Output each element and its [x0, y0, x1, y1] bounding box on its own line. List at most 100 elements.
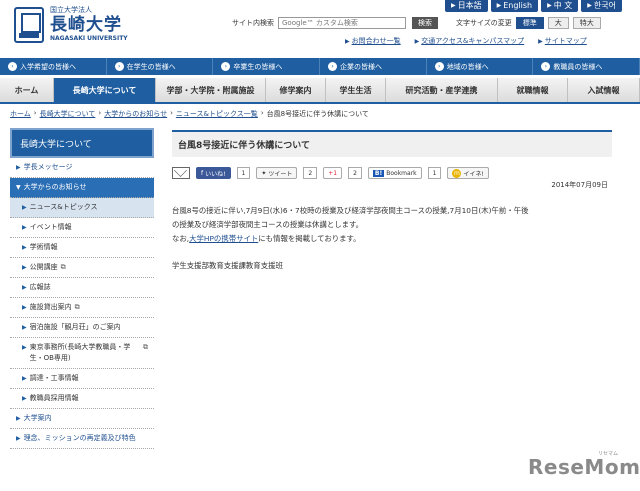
audience-students[interactable]: › 在学生の皆様へ: [107, 58, 214, 75]
sidebar-item-academic-info[interactable]: ▶ 学術情報: [10, 238, 154, 258]
font-size-large-button[interactable]: 大: [547, 17, 569, 29]
tweet-count: 2: [303, 167, 318, 179]
social-share-bar: f いいね! 1 ✦ ツイート 2 +1 2 B! Bookmark 1 m イイネ!: [172, 167, 612, 179]
search-input[interactable]: [278, 17, 406, 29]
audience-staff[interactable]: › 教職員の皆様へ: [533, 58, 640, 75]
sidebar-item-staff-recruitment[interactable]: ▶ 教職員採用情報: [10, 389, 154, 409]
mixi-like-button[interactable]: m イイネ!: [447, 167, 489, 179]
audience-nav: › 入学希望の皆様へ › 在学生の皆様へ › 卒業生の皆様へ › 企業の皆様へ › 地域の…: [0, 58, 640, 75]
sidebar-title[interactable]: 長崎大学について: [10, 128, 154, 158]
lang-chinese[interactable]: ▶ 中 文: [541, 0, 579, 12]
arrow-right-icon: ›: [221, 62, 231, 71]
search-label: サイト内検索: [232, 19, 274, 27]
audience-prospective[interactable]: › 入学希望の皆様へ: [0, 58, 107, 75]
sidebar-item-mission[interactable]: ▶ 理念、ミッションの再定義及び特色: [10, 429, 154, 449]
nav-admissions[interactable]: 入試情報: [568, 78, 640, 102]
sitemap-link[interactable]: ▶ サイトマップ: [538, 36, 587, 46]
sidebar-item-news-topics[interactable]: ▶ ニュース&トピックス: [10, 198, 154, 218]
arrow-right-icon: ▶: [22, 224, 27, 231]
sidebar-item-lodging[interactable]: ▶ 宿泊施設「観月荘」のご案内: [10, 318, 154, 338]
mixi-icon: m: [452, 168, 462, 178]
sidebar-item-procurement[interactable]: ▶ 調達・工事情報: [10, 369, 154, 389]
external-link-icon: ⧉: [60, 263, 66, 271]
facebook-like-button[interactable]: f いいね!: [196, 167, 231, 179]
nav-home[interactable]: ホーム: [0, 78, 54, 102]
arrow-right-icon: ▶: [22, 244, 27, 251]
nav-student-life[interactable]: 学生生活: [326, 78, 386, 102]
google-plus-count: 2: [348, 167, 362, 179]
contact-list-link[interactable]: ▶ お問合わせ一覧: [345, 36, 401, 46]
google-plus-button[interactable]: +1: [323, 167, 343, 179]
logo-emblem-icon: [14, 6, 44, 43]
arrow-down-icon: ▼: [16, 184, 21, 191]
audience-alumni[interactable]: › 卒業生の皆様へ: [213, 58, 321, 75]
font-size-normal-button[interactable]: 標準: [515, 17, 544, 29]
arrow-right-icon: ▶: [22, 264, 27, 271]
nav-about[interactable]: 長崎大学について: [54, 78, 156, 102]
sidebar-item-facility-rental[interactable]: ▶ 施設貸出案内 ⧉: [10, 298, 154, 318]
mail-icon[interactable]: [172, 167, 190, 179]
font-size-label: 文字サイズの変更: [456, 19, 512, 27]
arrow-right-icon: ▶: [22, 375, 27, 382]
arrow-right-icon: ▶: [414, 38, 420, 45]
nav-research[interactable]: 研究活動・産学連携: [386, 78, 498, 102]
sidebar-item-tokyo-office[interactable]: ▶ 東京事務所(長崎大学教職員・学生・OB専用) ⧉: [10, 338, 154, 369]
arrow-right-icon: ▶: [22, 284, 27, 291]
nav-faculties[interactable]: 学部・大学院・附属施設: [156, 78, 266, 102]
arrow-right-icon: ›: [114, 62, 124, 71]
main-nav: ホーム 長崎大学について 学部・大学院・附属施設 修学案内 学生生活 研究活動・…: [0, 78, 640, 104]
sidebar-item-pr-magazine[interactable]: ▶ 広報誌: [10, 278, 154, 298]
search-button[interactable]: 検索: [412, 17, 438, 29]
arrow-right-icon: ▶: [16, 435, 21, 442]
arrow-right-icon: ▶: [22, 324, 27, 331]
lang-japanese[interactable]: ▶ 日本語: [444, 0, 488, 12]
breadcrumb-about[interactable]: 長崎大学について: [40, 109, 96, 119]
mobile-site-link[interactable]: 大学HPの携帯サイト: [189, 234, 258, 243]
lang-english[interactable]: ▶ English: [490, 0, 539, 12]
arrow-right-icon: ›: [541, 62, 551, 71]
twitter-icon: ✦: [261, 169, 267, 177]
breadcrumb-notices[interactable]: 大学からのお知らせ: [104, 109, 167, 119]
breadcrumb-home[interactable]: ホーム: [10, 109, 31, 119]
arrow-right-icon: ▶: [22, 344, 27, 351]
search-bar: サイト内検索 検索 文字サイズの変更 標準 大 特大: [232, 17, 601, 29]
article-body: 台風8号の接近に伴い,7月9日(水)6・7校時の授業及び経済学部夜間主コースの授…: [172, 204, 612, 246]
logo-title: 長崎大学: [50, 15, 122, 35]
arrow-right-icon: ▶: [496, 2, 502, 9]
main-content: 台風8号接近に伴う休講について f いいね! 1 ✦ ツイート 2 +1 2 B! B…: [172, 130, 612, 271]
university-logo[interactable]: 国立大学法人 長崎大学 NAGASAKI UNIVERSITY: [14, 6, 128, 43]
audience-companies[interactable]: › 企業の皆様へ: [320, 58, 427, 75]
lang-korean[interactable]: ▶ 한국어: [581, 0, 622, 12]
font-size-xlarge-button[interactable]: 特大: [572, 17, 601, 29]
breadcrumb: ホーム › 長崎大学について › 大学からのお知らせ › ニュース&トピックス一覧 › …: [10, 109, 369, 119]
tweet-button[interactable]: ✦ ツイート: [256, 167, 298, 179]
nav-study-guide[interactable]: 修学案内: [266, 78, 326, 102]
nav-career[interactable]: 就職情報: [498, 78, 568, 102]
arrow-right-icon: ▶: [16, 164, 21, 171]
arrow-right-icon: ›: [8, 62, 17, 71]
sidebar-item-notices[interactable]: ▼ 大学からのお知らせ: [10, 178, 154, 198]
hatena-bookmark-button[interactable]: B! Bookmark: [367, 167, 422, 179]
external-link-icon: ⧉: [143, 343, 148, 351]
sidebar-item-open-lectures[interactable]: ▶ 公開講座 ⧉: [10, 258, 154, 278]
sidebar-item-events[interactable]: ▶ イベント情報: [10, 218, 154, 238]
access-map-link[interactable]: ▶ 交通アクセス&キャンパスマップ: [415, 36, 525, 46]
utility-links: ▶ お問合わせ一覧 ▶ 交通アクセス&キャンパスマップ ▶ サイトマップ: [345, 36, 587, 46]
arrow-right-icon: ▶: [345, 38, 350, 45]
logo-english: NAGASAKI UNIVERSITY: [50, 35, 128, 42]
post-date: 2014年07月09日: [551, 181, 608, 189]
site-header: 国立大学法人 長崎大学 NAGASAKI UNIVERSITY ▶ 日本語 ▶ En…: [0, 0, 640, 56]
external-link-icon: ⧉: [74, 303, 80, 311]
audience-community[interactable]: › 地域の皆様へ: [427, 58, 534, 75]
body-line-2: の授業及び経済学部夜間主コースの授業は休講とします。: [172, 220, 364, 229]
arrow-right-icon: ▶: [587, 2, 592, 9]
breadcrumb-news-list[interactable]: ニュース&トピックス一覧: [176, 109, 258, 119]
arrow-right-icon: ›: [328, 62, 338, 71]
sidebar-item-president-message[interactable]: ▶ 学長メッセージ: [10, 158, 154, 178]
sidebar: 長崎大学について ▶ 学長メッセージ ▼ 大学からのお知らせ ▶ ニュース&トピックス…: [10, 128, 154, 449]
arrow-right-icon: ▶: [538, 38, 543, 45]
sidebar-item-university-guide[interactable]: ▶ 大学案内: [10, 409, 154, 429]
page-title: 台風8号接近に伴う休講について: [172, 130, 612, 157]
arrow-right-icon: ›: [434, 62, 444, 71]
breadcrumb-current: 台風8号接近に伴う休講について: [266, 110, 369, 118]
